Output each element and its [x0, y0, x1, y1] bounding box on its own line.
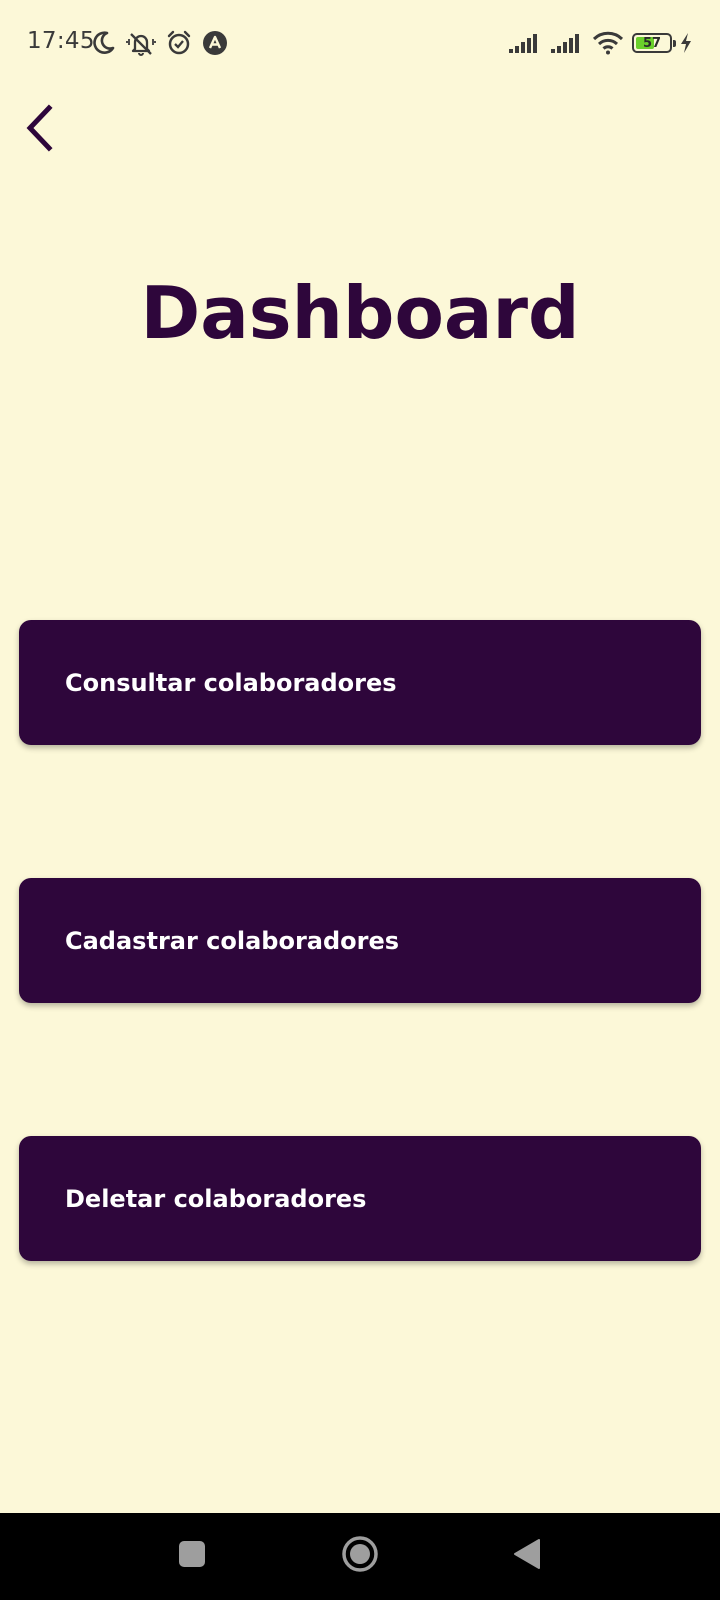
chevron-left-icon: [22, 104, 58, 156]
page-title: Dashboard: [140, 271, 580, 355]
battery-level: 57: [642, 35, 662, 51]
recents-button[interactable]: [167, 1531, 217, 1581]
back-button[interactable]: [14, 104, 66, 156]
vibrate-silent-icon: [126, 30, 156, 56]
back-triangle-icon: [512, 1538, 542, 1574]
status-bar: 17:45 57: [0, 0, 720, 88]
signal-icon: [550, 32, 584, 54]
charging-icon: [680, 32, 692, 54]
navigation-bar: [0, 1513, 720, 1600]
app-notification-icon: [202, 30, 228, 56]
consultar-colaboradores-label: Consultar colaboradores: [65, 668, 397, 697]
cadastrar-colaboradores-button[interactable]: Cadastrar colaboradores: [19, 878, 701, 1003]
moon-icon: [90, 30, 116, 56]
deletar-colaboradores-label: Deletar colaboradores: [65, 1184, 367, 1213]
cadastrar-colaboradores-label: Cadastrar colaboradores: [65, 926, 400, 955]
status-right-icons: 57: [508, 29, 692, 57]
wifi-icon: [592, 31, 624, 55]
deletar-colaboradores-button[interactable]: Deletar colaboradores: [19, 1136, 701, 1261]
recents-square-icon: [178, 1540, 206, 1572]
consultar-colaboradores-button[interactable]: Consultar colaboradores: [19, 620, 701, 745]
alarm-icon: [166, 30, 192, 56]
nav-back-button[interactable]: [502, 1531, 552, 1581]
signal-icon: [508, 32, 542, 54]
status-left-icons: [90, 28, 228, 58]
home-button[interactable]: [335, 1531, 385, 1581]
status-time: 17:45: [27, 28, 95, 54]
battery-icon: 57: [632, 33, 676, 53]
home-circle-icon: [341, 1535, 379, 1577]
